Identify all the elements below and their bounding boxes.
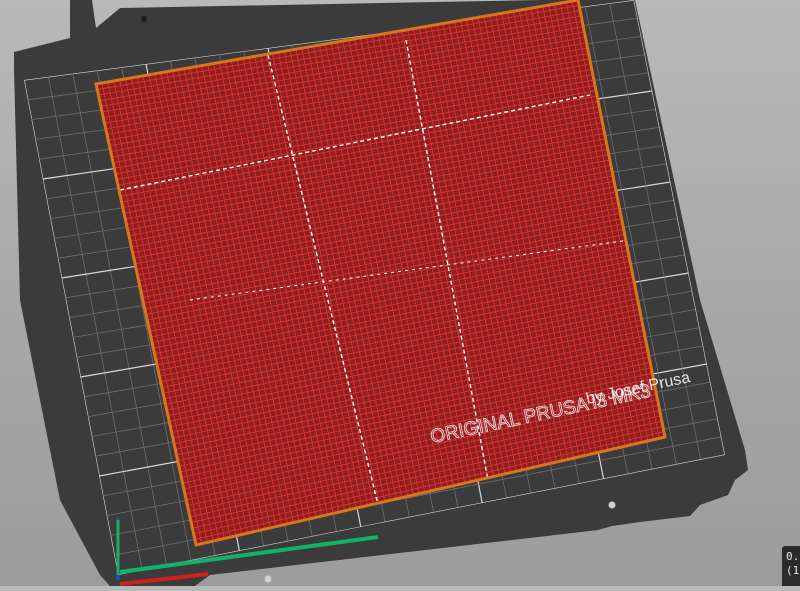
print-bed-scene[interactable]: ORIGINAL PRUSA i3 MK3 by Josef Prusa: [0, 0, 800, 586]
bed-mount-hole-icon: [608, 501, 616, 509]
layer-index-text: (1): [786, 564, 800, 577]
bed-mount-hole-icon: [264, 575, 272, 583]
layer-info-panel: 0.2 (1): [782, 546, 800, 586]
bed-mount-hole-icon: [141, 16, 147, 22]
layer-height-text: 0.2: [786, 550, 800, 563]
3d-viewport[interactable]: ORIGINAL PRUSA i3 MK3 by Josef Prusa 0.2…: [0, 0, 800, 586]
